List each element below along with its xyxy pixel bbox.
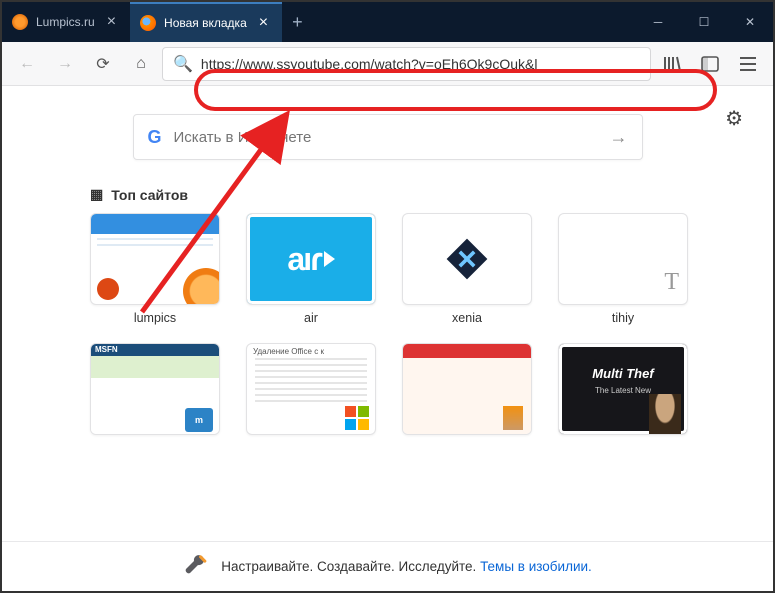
window-controls: ─ ☐ ✕ [635, 2, 773, 42]
wrench-icon [183, 554, 209, 580]
favicon-lumpics [12, 14, 28, 30]
search-icon: 🔍 [173, 54, 193, 74]
google-logo-icon: G [148, 127, 162, 148]
customize-footer: Настраивайте. Создавайте. Исследуйте. Те… [2, 541, 773, 591]
titlebar: Lumpics.ru × Новая вкладка × + ─ ☐ ✕ [2, 2, 773, 42]
library-button[interactable] [655, 47, 689, 81]
maximize-button[interactable]: ☐ [681, 2, 727, 42]
search-arrow-icon[interactable]: → [610, 127, 628, 148]
menu-button[interactable] [731, 47, 765, 81]
reload-button[interactable]: ⟳ [86, 47, 120, 81]
tile-thumbnail: Удаление Office с к [246, 343, 376, 435]
close-window-button[interactable]: ✕ [727, 2, 773, 42]
tab-newtab[interactable]: Новая вкладка × [130, 2, 282, 42]
tile-thumbnail: Multi ThefThe Latest New [558, 343, 688, 435]
tile-java[interactable] [402, 343, 532, 435]
tab-label: Lumpics.ru [36, 15, 95, 29]
tile-lumpics[interactable]: lumpics [90, 213, 220, 325]
footer-themes-link[interactable]: Темы в изобилии. [480, 559, 592, 574]
tile-tihiy[interactable]: T tihiy [558, 213, 688, 325]
tile-thumbnail: MSFNm [90, 343, 220, 435]
tile-thumbnail: aıɾ [246, 213, 376, 305]
favicon-firefox [140, 15, 156, 31]
web-search-box[interactable]: G → [133, 114, 643, 160]
tile-multitheft[interactable]: Multi ThefThe Latest New [558, 343, 688, 435]
tab-label: Новая вкладка [164, 16, 247, 30]
web-search-input[interactable] [174, 129, 598, 146]
tile-label: tihiy [558, 311, 688, 325]
grid-icon: ▦ [90, 186, 103, 203]
close-icon[interactable]: × [255, 14, 272, 32]
tile-office[interactable]: Удаление Office с к [246, 343, 376, 435]
toolbar: ← → ⟳ ⌂ 🔍 [2, 42, 773, 86]
tile-thumbnail: T [558, 213, 688, 305]
minimize-button[interactable]: ─ [635, 2, 681, 42]
tile-msfn[interactable]: MSFNm [90, 343, 220, 435]
top-sites-row-1: lumpics aıɾ air xenia T tihiy [90, 213, 747, 325]
tile-air[interactable]: aıɾ air [246, 213, 376, 325]
new-tab-button[interactable]: + [282, 2, 313, 42]
footer-text: Настраивайте. Создавайте. Исследуйте. Те… [221, 559, 592, 574]
sidebar-button[interactable] [693, 47, 727, 81]
url-input[interactable] [201, 56, 640, 72]
tab-lumpics[interactable]: Lumpics.ru × [2, 2, 130, 42]
tile-thumbnail [90, 213, 220, 305]
tile-label: air [246, 311, 376, 325]
forward-button[interactable]: → [48, 47, 82, 81]
home-button[interactable]: ⌂ [124, 47, 158, 81]
tile-xenia[interactable]: xenia [402, 213, 532, 325]
close-icon[interactable]: × [103, 13, 120, 31]
tile-label: xenia [402, 311, 532, 325]
tile-thumbnail [402, 343, 532, 435]
gear-icon[interactable]: ⚙ [725, 106, 743, 131]
top-sites-heading: ▦ Топ сайтов [90, 186, 747, 203]
address-bar[interactable]: 🔍 [162, 47, 651, 81]
tile-label: lumpics [90, 311, 220, 325]
top-sites-row-2: MSFNm Удаление Office с к Multi ThefThe … [90, 343, 747, 435]
new-tab-content: ⚙ G → ▦ Топ сайтов lumpics aıɾ air xenia… [2, 86, 773, 541]
back-button[interactable]: ← [10, 47, 44, 81]
tile-thumbnail [402, 213, 532, 305]
